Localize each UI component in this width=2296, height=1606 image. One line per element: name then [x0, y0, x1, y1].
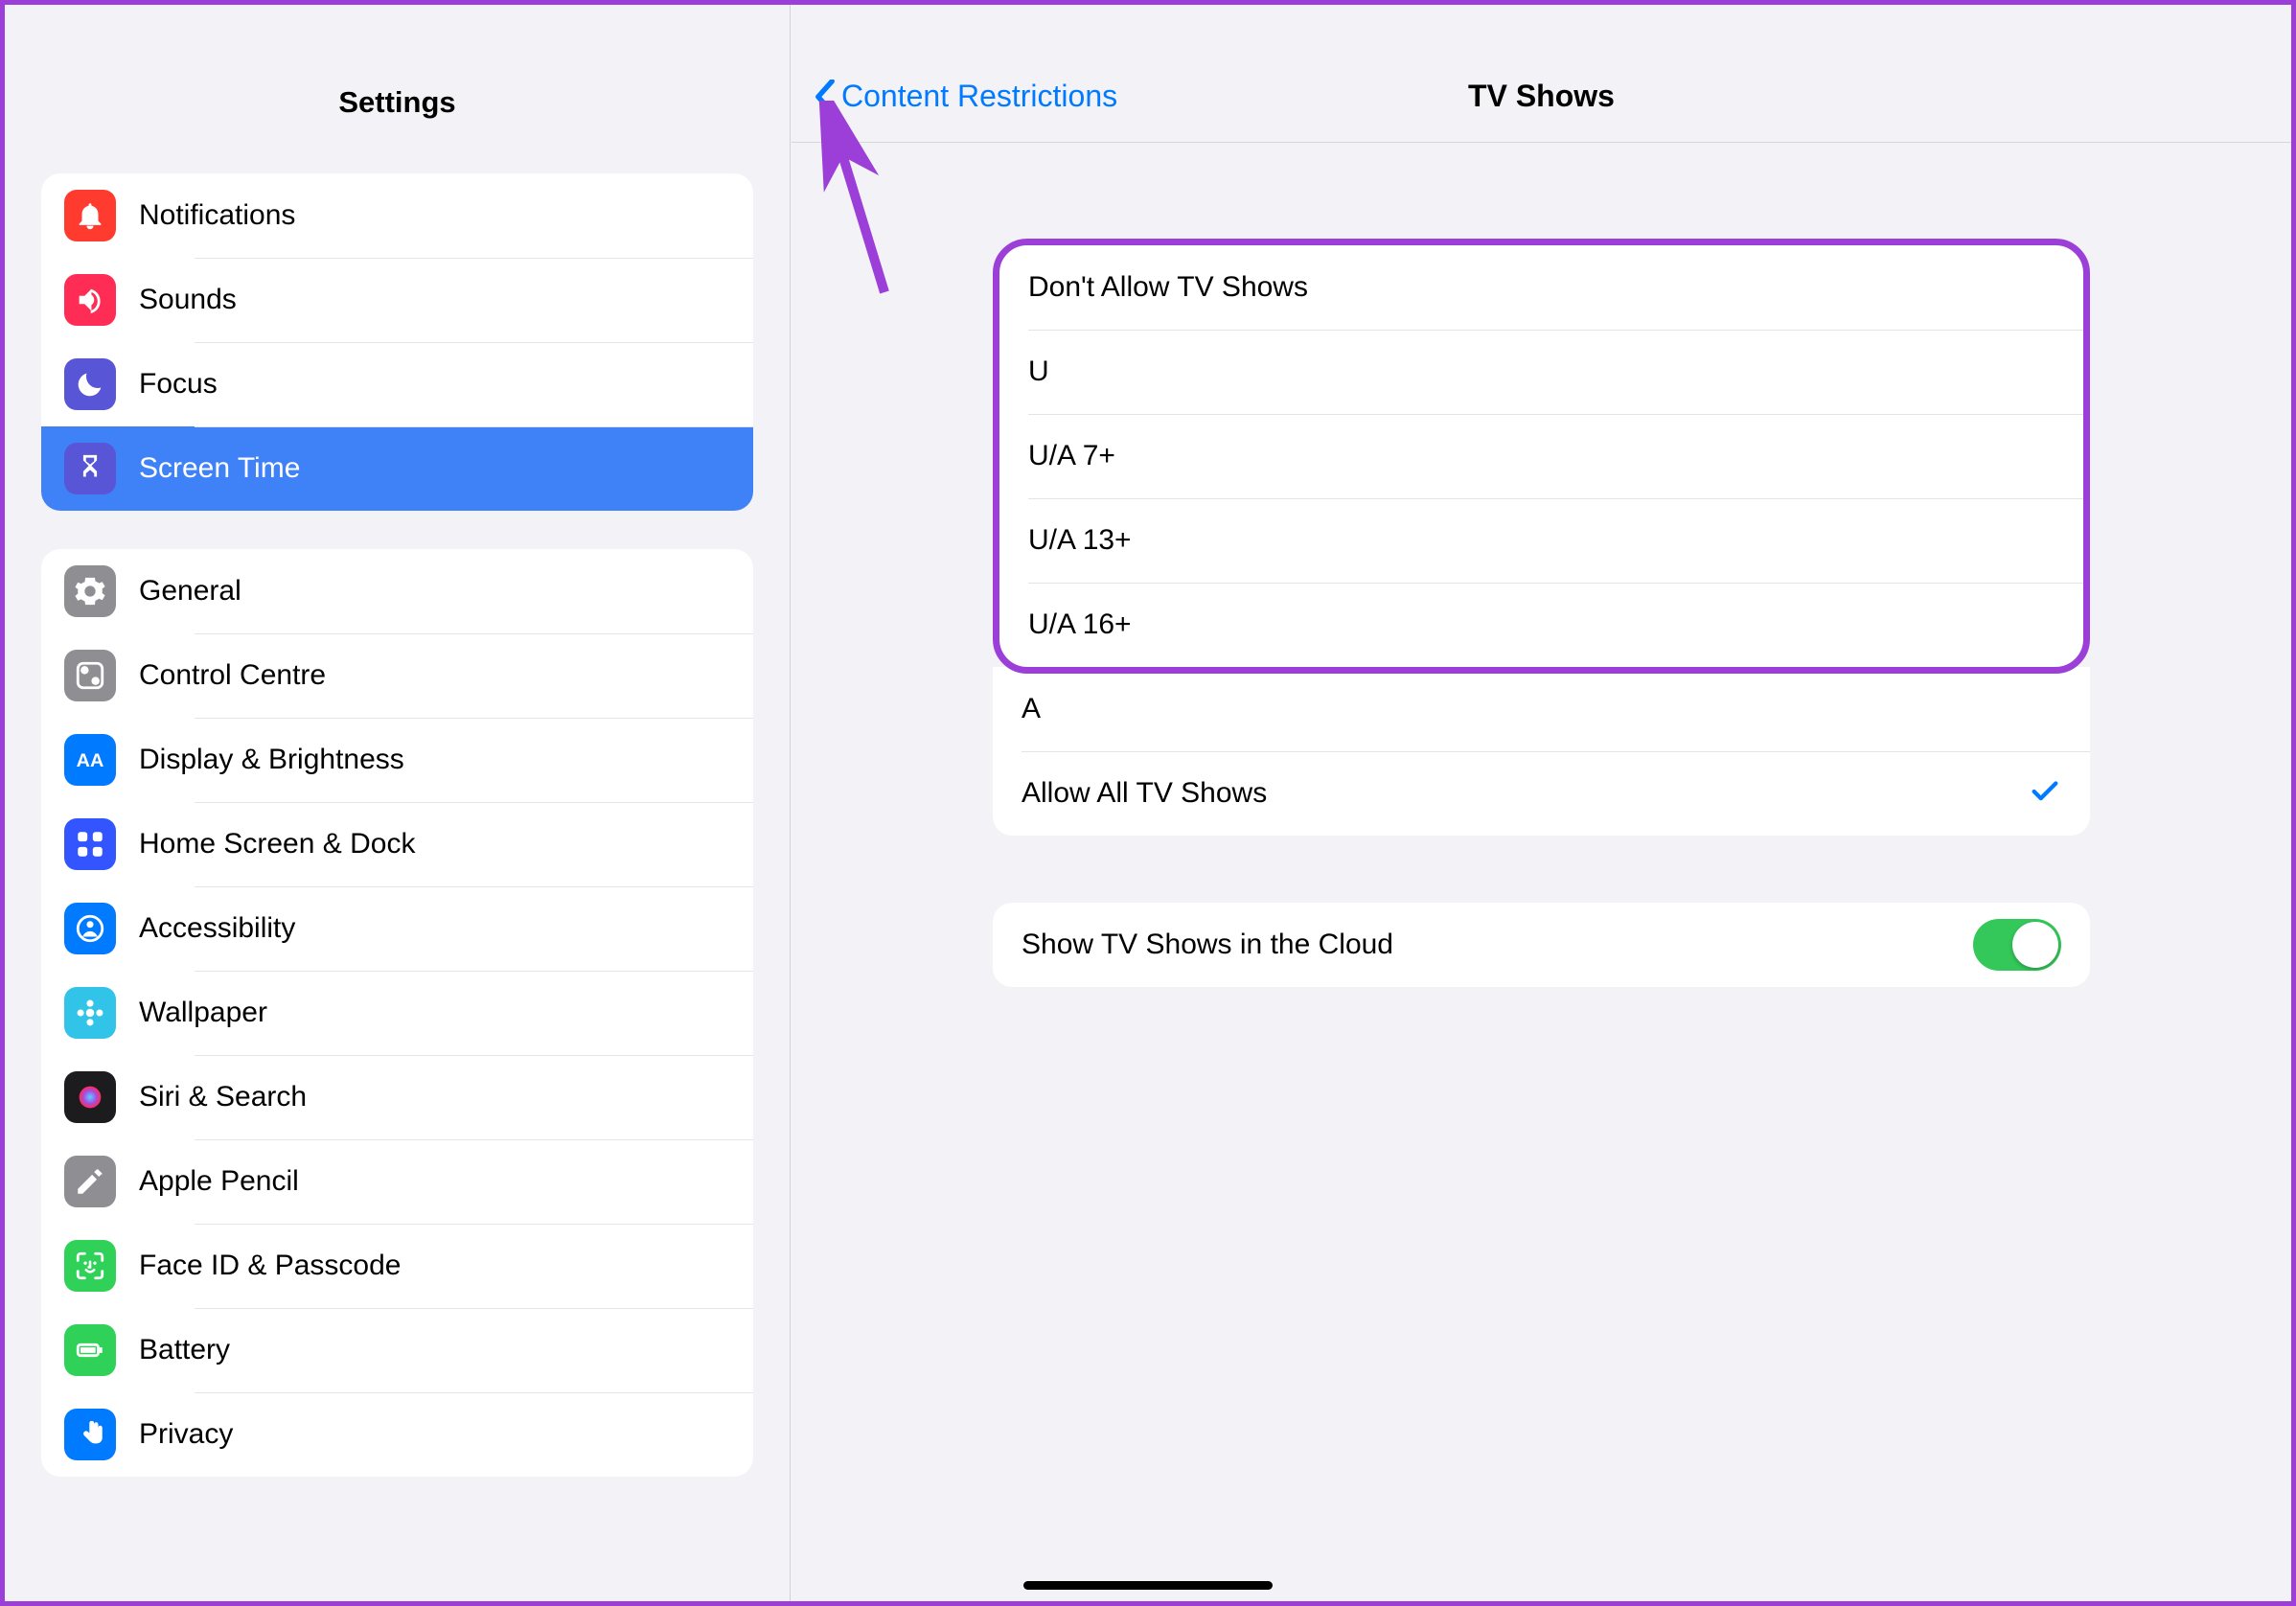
sidebar-item-label: Focus	[139, 368, 218, 401]
rating-option-label: U	[1028, 356, 1049, 388]
pencil-icon	[64, 1156, 116, 1207]
sidebar-item-label: Apple Pencil	[139, 1165, 299, 1198]
toggle-switch[interactable]	[1973, 919, 2061, 971]
sidebar-item-siri[interactable]: Siri & Search	[41, 1055, 753, 1139]
sidebar-item-accessibility[interactable]: Accessibility	[41, 886, 753, 971]
back-button-label: Content Restrictions	[841, 79, 1117, 114]
moon-icon	[64, 358, 116, 410]
rating-option-label: Allow All TV Shows	[1022, 777, 1267, 810]
sidebar-item-focus[interactable]: Focus	[41, 342, 753, 426]
sidebar-title: Settings	[5, 85, 790, 120]
sidebar-item-label: Siri & Search	[139, 1081, 307, 1113]
rating-option-label: U/A 13+	[1028, 524, 1132, 557]
battery-icon	[64, 1324, 116, 1376]
sidebar-item-label: Wallpaper	[139, 997, 267, 1029]
bell-icon	[64, 190, 116, 241]
toggle-label: Show TV Shows in the Cloud	[1022, 929, 1393, 961]
sidebar-item-faceid[interactable]: Face ID & Passcode	[41, 1224, 753, 1308]
rating-option[interactable]: Don't Allow TV Shows	[999, 245, 2083, 330]
annotation-highlight-box: Don't Allow TV Shows U U/A 7+ U/A 13+ U/A 16…	[993, 239, 2090, 674]
sidebar-item-label: Home Screen & Dock	[139, 828, 415, 860]
apps-icon	[64, 818, 116, 870]
checkmark-icon	[2029, 775, 2061, 813]
sidebar-item-label: General	[139, 575, 241, 608]
rating-option[interactable]: U/A 16+	[999, 583, 2083, 667]
rating-option[interactable]: A	[993, 667, 2090, 751]
sidebar-item-label: Battery	[139, 1334, 230, 1366]
person-icon	[64, 903, 116, 954]
sidebar-item-label: Sounds	[139, 284, 237, 316]
sidebar-item-label: Screen Time	[139, 452, 300, 485]
rating-option-label: A	[1022, 693, 1041, 725]
sidebar-item-battery[interactable]: Battery	[41, 1308, 753, 1392]
sidebar-item-label: Display & Brightness	[139, 744, 404, 776]
rating-option-label: U/A 16+	[1028, 608, 1132, 641]
sidebar-item-label: Control Centre	[139, 659, 326, 692]
sidebar-item-pencil[interactable]: Apple Pencil	[41, 1139, 753, 1224]
settings-sidebar: Settings Notifications Sounds Focus Screen …	[5, 5, 791, 1601]
sidebar-item-label: Notifications	[139, 199, 295, 232]
rating-option[interactable]: U/A 7+	[999, 414, 2083, 498]
home-indicator	[1023, 1581, 1273, 1590]
rating-option-label: Don't Allow TV Shows	[1028, 271, 1308, 304]
sidebar-item-wallpaper[interactable]: Wallpaper	[41, 971, 753, 1055]
sidebar-item-notifications[interactable]: Notifications	[41, 173, 753, 258]
sidebar-item-label: Face ID & Passcode	[139, 1250, 401, 1282]
speaker-icon	[64, 274, 116, 326]
flower-icon	[64, 987, 116, 1039]
back-button[interactable]: Content Restrictions	[792, 79, 1117, 114]
sidebar-item-label: Privacy	[139, 1418, 233, 1451]
sliders-icon	[64, 650, 116, 701]
rating-option[interactable]: U	[999, 330, 2083, 414]
sidebar-item-sounds[interactable]: Sounds	[41, 258, 753, 342]
sidebar-item-homescreen[interactable]: Home Screen & Dock	[41, 802, 753, 886]
faceid-icon	[64, 1240, 116, 1292]
sidebar-item-screentime[interactable]: Screen Time	[41, 426, 753, 511]
rating-option[interactable]: U/A 13+	[999, 498, 2083, 583]
hourglass-icon	[64, 443, 116, 494]
AA-icon: AA	[64, 734, 116, 786]
hand-icon	[64, 1409, 116, 1460]
sidebar-item-label: Accessibility	[139, 912, 295, 945]
detail-pane: Content Restrictions TV Shows Don't Allo…	[792, 5, 2291, 1601]
svg-text:AA: AA	[77, 750, 104, 771]
sidebar-item-privacy[interactable]: Privacy	[41, 1392, 753, 1477]
chevron-left-icon	[815, 80, 836, 114]
sidebar-item-general[interactable]: General	[41, 549, 753, 633]
siri-icon	[64, 1071, 116, 1123]
rating-option-label: U/A 7+	[1028, 440, 1115, 472]
gear-icon	[64, 565, 116, 617]
rating-option[interactable]: Allow All TV Shows	[993, 751, 2090, 836]
sidebar-item-display[interactable]: AA Display & Brightness	[41, 718, 753, 802]
sidebar-item-controlcentre[interactable]: Control Centre	[41, 633, 753, 718]
show-cloud-toggle-row[interactable]: Show TV Shows in the Cloud	[993, 903, 2090, 987]
